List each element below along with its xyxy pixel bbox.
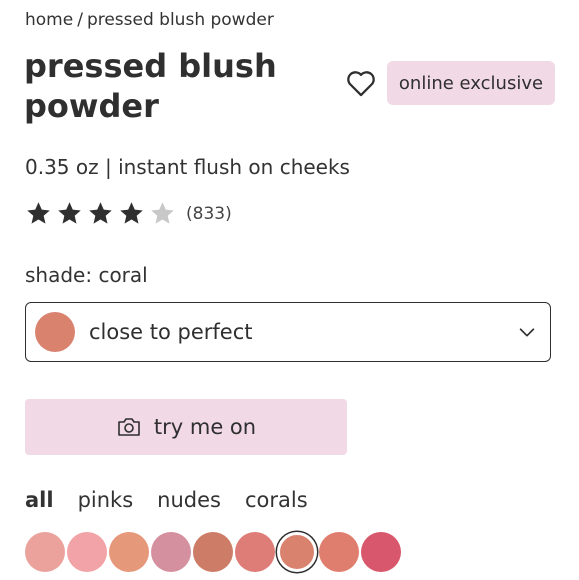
filter-tab-all[interactable]: all — [25, 488, 54, 512]
breadcrumb-separator: / — [77, 10, 83, 30]
star-filled-icon — [89, 202, 112, 224]
filter-tab-nudes[interactable]: nudes — [157, 488, 221, 512]
star-empty-icon — [151, 202, 174, 224]
online-exclusive-badge: online exclusive — [387, 61, 555, 105]
shade-swatch[interactable] — [67, 532, 107, 572]
try-me-on-label: try me on — [153, 415, 257, 439]
breadcrumb-home-link[interactable]: home — [25, 10, 73, 30]
shade-swatch[interactable] — [235, 532, 275, 572]
product-subtitle: 0.35 oz | instant flush on cheeks — [25, 155, 350, 179]
breadcrumb: home / pressed blush powder — [25, 10, 274, 30]
product-title: pressed blush powder — [24, 47, 277, 125]
chevron-down-icon — [519, 328, 535, 337]
shade-filter-tabs: all pinks nudes corals — [25, 488, 332, 512]
shade-swatch[interactable] — [319, 532, 359, 572]
shade-swatch[interactable] — [109, 532, 149, 572]
shade-swatch[interactable] — [193, 532, 233, 572]
breadcrumb-current: pressed blush powder — [86, 10, 274, 30]
star-filled-icon — [58, 202, 81, 224]
shade-dropdown[interactable]: close to perfect — [25, 302, 551, 362]
rating[interactable]: (833) — [25, 200, 232, 227]
try-me-on-button[interactable]: try me on — [25, 399, 347, 455]
shade-swatch-list — [25, 532, 403, 572]
shade-swatch[interactable] — [151, 532, 191, 572]
rating-stars — [25, 200, 180, 227]
camera-icon — [118, 418, 140, 436]
shade-swatch[interactable] — [25, 532, 65, 572]
shade-swatch[interactable] — [277, 532, 317, 572]
shade-swatch[interactable] — [361, 532, 401, 572]
badge-label: online exclusive — [398, 72, 544, 94]
selected-shade-swatch — [35, 312, 75, 352]
star-filled-icon — [27, 202, 50, 224]
filter-tab-corals[interactable]: corals — [245, 488, 308, 512]
review-count[interactable]: (833) — [186, 204, 232, 224]
shade-label: shade: coral — [25, 263, 148, 287]
star-filled-icon — [120, 202, 143, 224]
shade-dropdown-value: close to perfect — [89, 320, 253, 344]
heart-icon[interactable] — [344, 66, 378, 100]
filter-tab-pinks[interactable]: pinks — [78, 488, 134, 512]
